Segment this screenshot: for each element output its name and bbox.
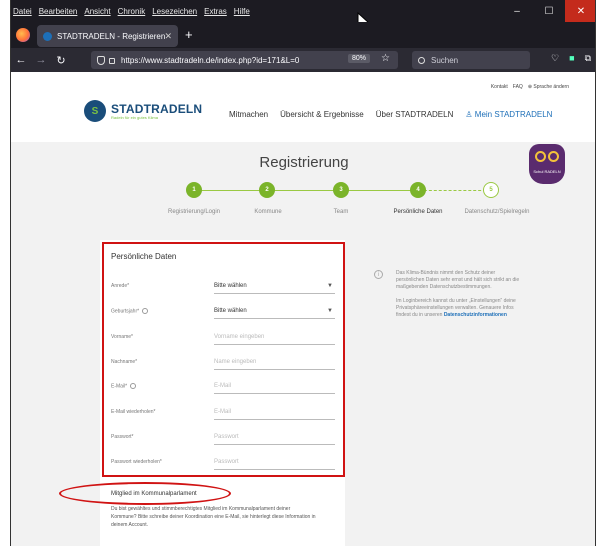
geburtsjahr-label: Geburtsjahr* (111, 308, 149, 314)
menu-bar: Datei Bearbeiten Ansicht Chronik Lesezei… (11, 0, 595, 22)
user-icon: ♙ (465, 110, 475, 119)
menu-chronik[interactable]: Chronik (118, 7, 146, 16)
lock-icon[interactable] (109, 58, 115, 64)
logo-name: STADTRADELN (111, 102, 203, 116)
password-input[interactable]: Passwort (214, 433, 335, 445)
step-4-label: Persönliche Daten (393, 209, 443, 215)
firefox-logo-icon (16, 28, 30, 42)
info-icon[interactable] (130, 383, 137, 389)
info-icon[interactable] (142, 308, 149, 314)
link-sprache[interactable]: ⊕ Sprache ändern (528, 84, 569, 90)
email-field[interactable]: E-Mail* E-Mail (111, 377, 341, 397)
step-4[interactable]: 4 (410, 182, 426, 198)
email-repeat-field[interactable]: E-Mail wiederholen* E-Mail (111, 403, 341, 423)
reload-icon[interactable]: ↻ (51, 54, 71, 67)
tab-bar: STADTRADELN - Registrieren ✕ + (11, 22, 595, 48)
link-faq[interactable]: FAQ (513, 84, 523, 90)
password-field[interactable]: Passwort* Passwort (111, 428, 341, 448)
vorname-input[interactable]: Vorname eingeben (214, 333, 335, 345)
menu-hilfe[interactable]: Hilfe (234, 7, 250, 16)
maximize-button[interactable]: ☐ (533, 0, 565, 22)
nav-mein-stadtradeln[interactable]: ♙ Mein STADTRADELN (465, 110, 552, 119)
nachname-label: Nachname* (111, 359, 138, 365)
password-repeat-field[interactable]: Passwort wiederholen* Passwort (111, 453, 341, 473)
chevron-down-icon: ▼ (327, 283, 333, 289)
close-window-button[interactable]: ✕ (565, 0, 595, 22)
step-2[interactable]: 2 (259, 182, 275, 198)
password-repeat-input[interactable]: Passwort (214, 458, 335, 470)
nav-uebersicht[interactable]: Übersicht & Ergebnisse (280, 110, 364, 119)
stadtradeln-favicon-icon (43, 31, 52, 41)
bookmark-star-icon[interactable]: ☆ (381, 53, 390, 64)
email-repeat-label: E-Mail wiederholen* (111, 409, 156, 415)
step-3[interactable]: 3 (333, 182, 349, 198)
back-icon[interactable]: ← (11, 54, 31, 66)
link-kontakt[interactable]: Kontakt (491, 84, 508, 90)
privacy-text-1: Das Klima-Bündnis nimmt den Schutz deine… (396, 270, 520, 290)
page-content: Kontakt FAQ ⊕ Sprache ändern S STADTRADE… (11, 72, 595, 546)
main-nav: Mitmachen Übersicht & Ergebnisse Über ST… (229, 110, 552, 119)
new-tab-icon[interactable]: + (185, 27, 193, 42)
search-icon (418, 56, 425, 64)
menu-datei[interactable]: Datei (13, 7, 32, 16)
kommunalparlament-text: Du bist gewähltes und stimmberechtigtes … (111, 506, 316, 528)
geburtsjahr-value: Bitte wählen (214, 308, 247, 314)
form-title: Persönliche Daten (111, 252, 177, 261)
email-repeat-input[interactable]: E-Mail (214, 408, 335, 420)
password-label: Passwort* (111, 434, 134, 440)
sprache-label: Sprache ändern (533, 84, 569, 90)
step-5[interactable]: 5 (483, 182, 499, 198)
step-2-label: Kommune (254, 209, 282, 215)
url-bar[interactable]: https://www.stadtradeln.de/index.php?id=… (91, 51, 398, 69)
password-repeat-label: Passwort wiederholen* (111, 459, 162, 465)
extension-icon[interactable]: ■ (569, 53, 574, 64)
nachname-input[interactable]: Name eingeben (214, 358, 335, 370)
step-1[interactable]: 1 (186, 182, 202, 198)
step-3-label: Team (333, 209, 349, 215)
chevron-down-icon: ▼ (327, 308, 333, 314)
vorname-field[interactable]: Vorname* Vorname eingeben (111, 328, 341, 348)
stadtradeln-logo[interactable]: S STADTRADELN Radeln für ein gutes Klima (84, 100, 202, 122)
nav-ueber[interactable]: Über STADTRADELN (376, 110, 454, 119)
pocket-icon[interactable]: ♡ (551, 53, 559, 64)
menu-ansicht[interactable]: Ansicht (84, 7, 110, 16)
progress-steps: 1 2 3 4 5 Registrierung/Login Kommune Te… (11, 182, 595, 222)
email-label: E-Mail* (111, 383, 137, 389)
search-input[interactable]: Suchen (412, 51, 530, 69)
nav-mitmachen[interactable]: Mitmachen (229, 110, 268, 119)
logo-mark-icon: S (84, 100, 106, 122)
forward-icon[interactable]: → (31, 54, 51, 66)
step-1-label: Registrierung/Login (167, 209, 221, 215)
tab-close-icon[interactable]: ✕ (164, 31, 172, 42)
browser-window: Datei Bearbeiten Ansicht Chronik Lesezei… (10, 0, 596, 546)
email-input[interactable]: E-Mail (214, 382, 335, 394)
step-5-label: Datenschutz/Spielregeln (464, 209, 530, 215)
page-title: Registrierung (259, 154, 349, 171)
kommunalparlament-title: Mitglied im Kommunalparlament (111, 491, 197, 497)
anrede-select[interactable]: Anrede* Bitte wählen ▼ (111, 277, 341, 297)
extensions-puzzle-icon[interactable]: ⧉ (585, 53, 591, 64)
url-text[interactable]: https://www.stadtradeln.de/index.php?id=… (121, 56, 299, 65)
info-circle-icon: i (374, 270, 383, 279)
zoom-level[interactable]: 80% (347, 54, 370, 63)
vorname-label: Vorname* (111, 334, 133, 340)
menu-lesezeichen[interactable]: Lesezeichen (152, 7, 197, 16)
anrede-value: Bitte wählen (214, 283, 247, 289)
tracking-shield-icon[interactable] (97, 55, 105, 65)
nachname-field[interactable]: Nachname* Name eingeben (111, 353, 341, 373)
datenschutz-link[interactable]: Datenschutzinformationen (444, 312, 507, 318)
privacy-info: i Das Klima-Bündnis nimmt den Schutz dei… (374, 270, 524, 326)
nav-bar: ← → ↻ https://www.stadtradeln.de/index.p… (11, 48, 595, 72)
tab-title: STADTRADELN - Registrieren (57, 31, 166, 41)
menu-bearbeiten[interactable]: Bearbeiten (39, 7, 78, 16)
search-placeholder: Suchen (431, 55, 459, 65)
anrede-label: Anrede* (111, 283, 130, 289)
site-header: Kontakt FAQ ⊕ Sprache ändern S STADTRADE… (11, 72, 595, 142)
nav-mein-label: Mein STADTRADELN (474, 110, 553, 119)
geburtsjahr-select[interactable]: Geburtsjahr* Bitte wählen ▼ (111, 302, 341, 322)
minimize-button[interactable]: – (501, 0, 533, 22)
menu-extras[interactable]: Extras (204, 7, 227, 16)
tab-stadtradeln[interactable]: STADTRADELN - Registrieren ✕ (37, 25, 178, 47)
